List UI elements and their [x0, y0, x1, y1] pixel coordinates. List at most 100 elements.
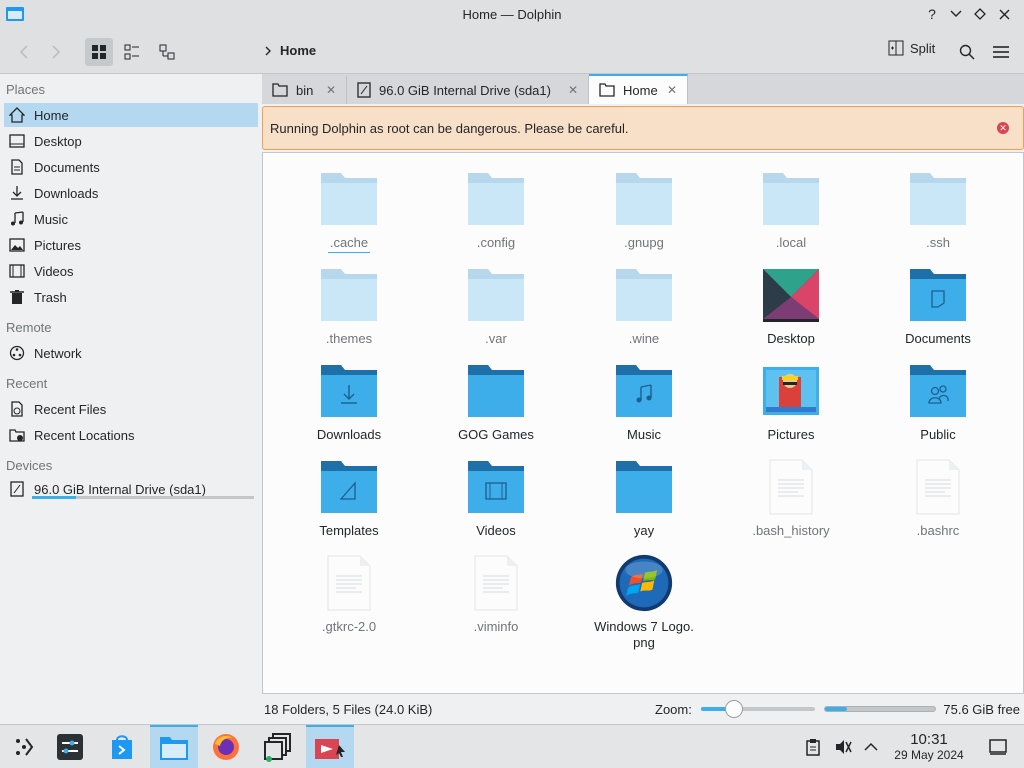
firefox-task[interactable]	[202, 725, 250, 768]
sidebar-item-home[interactable]: Home	[4, 103, 258, 127]
icons-view-button[interactable]	[85, 38, 113, 66]
sidebar-item-music[interactable]: Music	[4, 207, 258, 231]
sidebar-item-label: Desktop	[34, 133, 82, 149]
sidebar-item-trash[interactable]: Trash	[4, 285, 258, 309]
back-button[interactable]	[10, 38, 38, 66]
recent-files-icon	[8, 400, 26, 418]
drive-usage-fill	[32, 496, 77, 499]
minimize-icon[interactable]	[948, 6, 964, 22]
sidebar-item-network[interactable]: Network	[4, 341, 258, 365]
trash-icon	[8, 288, 26, 306]
chevron-right-icon	[265, 46, 271, 55]
file-item[interactable]: .viminfo	[431, 553, 561, 635]
file-item[interactable]: Windows 7 Logo. png	[579, 553, 709, 651]
folder-item[interactable]: .cache	[284, 169, 414, 253]
kdeconnect-task[interactable]	[306, 725, 354, 768]
tab-internal-drive[interactable]: 96.0 GiB Internal Drive (sda1) ✕	[347, 76, 589, 104]
system-settings-task[interactable]	[46, 725, 94, 768]
folder-item[interactable]: Videos	[431, 457, 561, 539]
folder-item[interactable]: .var	[431, 265, 561, 347]
breadcrumb[interactable]: Home	[264, 43, 316, 58]
folder-item[interactable]: Music	[579, 361, 709, 443]
sidebar-item-recent-files[interactable]: Recent Files	[4, 397, 258, 421]
recent-locations-icon	[8, 426, 26, 444]
folder-icon	[908, 169, 968, 229]
toolbar: Home Split	[0, 30, 1024, 74]
sidebar-item-label: Recent Files	[34, 401, 107, 417]
file-name: .bashrc	[916, 523, 960, 538]
file-name: .ssh	[926, 235, 950, 250]
folder-item[interactable]: .config	[431, 169, 561, 251]
discover-task[interactable]	[98, 725, 146, 768]
file-item[interactable]: .bash_history	[726, 457, 856, 539]
folder-item[interactable]: .themes	[284, 265, 414, 347]
file-item[interactable]: .bashrc	[873, 457, 1003, 539]
split-button[interactable]: Split	[888, 40, 935, 56]
dolphin-task[interactable]	[150, 725, 198, 768]
folder-item[interactable]: Documents	[873, 265, 1003, 347]
text-file-icon	[761, 457, 821, 517]
file-item[interactable]: .gtkrc-2.0	[284, 553, 414, 635]
folder-item[interactable]: Templates	[284, 457, 414, 539]
folder-item[interactable]: Public	[873, 361, 1003, 443]
places-panel: Places Home Desktop Documents Downloads …	[0, 74, 262, 694]
folder-item[interactable]: Downloads	[284, 361, 414, 443]
show-desktop-icon[interactable]	[988, 737, 1008, 757]
folder-item[interactable]: Desktop	[726, 265, 856, 347]
sidebar-item-recent-locations[interactable]: Recent Locations	[4, 423, 258, 447]
digital-clock[interactable]: 10:31 29 May 2024	[880, 731, 978, 763]
templates-folder-icon	[319, 457, 379, 517]
forward-button[interactable]	[42, 38, 70, 66]
maximize-icon[interactable]	[972, 6, 988, 22]
tab-close-icon[interactable]: ✕	[568, 83, 578, 97]
folder-item[interactable]: .gnupg	[579, 169, 709, 251]
close-warning-icon[interactable]: ✕	[997, 122, 1009, 134]
title-bar: Home — Dolphin ?	[0, 0, 1024, 30]
pictures-folder-icon	[761, 361, 821, 421]
help-icon[interactable]: ?	[924, 6, 940, 22]
hamburger-menu-icon	[993, 46, 1009, 58]
breadcrumb-home[interactable]: Home	[280, 43, 316, 58]
folder-item[interactable]: yay	[579, 457, 709, 539]
tab-home[interactable]: Home ✕	[589, 74, 688, 104]
public-folder-icon	[908, 361, 968, 421]
sidebar-item-pictures[interactable]: Pictures	[4, 233, 258, 257]
window-switcher-task[interactable]	[254, 725, 302, 768]
compact-view-button[interactable]	[118, 38, 146, 66]
sidebar-item-downloads[interactable]: Downloads	[4, 181, 258, 205]
zoom-label: Zoom:	[655, 702, 692, 717]
close-icon[interactable]	[996, 6, 1012, 22]
file-name: Music	[627, 427, 661, 442]
sidebar-item-label: Documents	[34, 159, 100, 175]
folder-item[interactable]: GOG Games	[431, 361, 561, 443]
videos-folder-icon	[466, 457, 526, 517]
sidebar-item-documents[interactable]: Documents	[4, 155, 258, 179]
sidebar-item-label: Music	[34, 211, 68, 227]
show-hidden-tray-icon[interactable]	[861, 737, 881, 757]
app-launcher-icon	[16, 738, 34, 756]
split-label: Split	[910, 40, 936, 56]
folder-item[interactable]: .ssh	[873, 169, 1003, 251]
pictures-icon	[8, 236, 26, 254]
file-name: Windows 7 Logo. png	[594, 619, 694, 650]
clipboard-icon[interactable]	[803, 737, 823, 757]
tab-bin[interactable]: bin ✕	[262, 76, 347, 104]
tab-close-icon[interactable]: ✕	[326, 83, 336, 97]
details-view-button[interactable]	[153, 38, 181, 66]
folder-item[interactable]: .wine	[579, 265, 709, 347]
sidebar-item-desktop[interactable]: Desktop	[4, 129, 258, 153]
app-launcher-button[interactable]	[0, 725, 48, 768]
volume-muted-icon[interactable]	[833, 737, 853, 757]
menu-button[interactable]	[987, 38, 1015, 66]
file-view[interactable]: .cache .config .gnupg .local .ssh .themes .var…	[262, 152, 1024, 694]
search-icon	[959, 44, 975, 60]
zoom-slider-handle[interactable]	[725, 700, 744, 718]
search-button[interactable]	[953, 38, 981, 66]
zoom-slider[interactable]	[701, 700, 815, 718]
tab-close-icon[interactable]: ✕	[667, 83, 677, 97]
folder-item[interactable]: Pictures	[726, 361, 856, 443]
sidebar-item-videos[interactable]: Videos	[4, 259, 258, 283]
folder-item[interactable]: .local	[726, 169, 856, 251]
sidebar-item-label: Videos	[34, 263, 74, 279]
root-warning-banner: Running Dolphin as root can be dangerous…	[262, 106, 1024, 150]
